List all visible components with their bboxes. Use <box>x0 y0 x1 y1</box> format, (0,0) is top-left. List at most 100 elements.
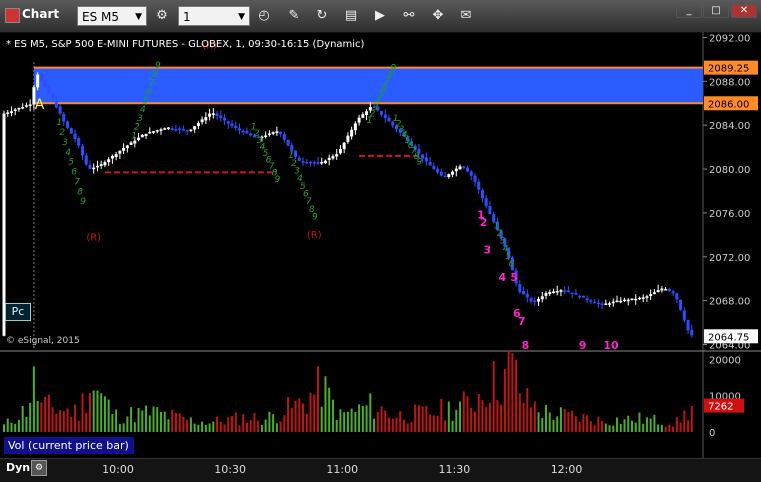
candle-body <box>331 156 335 159</box>
volume-bar <box>518 393 521 432</box>
candle-body <box>219 115 223 119</box>
volume-bar <box>653 414 656 432</box>
volume-bar <box>679 422 682 432</box>
volume-bar <box>429 414 432 432</box>
volume-bar <box>227 417 230 432</box>
volume-bar <box>14 423 17 432</box>
candle-body <box>466 167 470 172</box>
candle-body <box>66 121 70 128</box>
volume-bar <box>204 425 207 432</box>
candle-body <box>477 181 481 190</box>
candle-body <box>634 298 638 301</box>
volume-bar <box>6 418 9 432</box>
volume-bar <box>511 353 514 432</box>
volume-bar <box>260 425 263 432</box>
volume-bars <box>3 350 693 432</box>
chevron-down-icon: ▼ <box>238 12 245 22</box>
price-tick-label: 2076.00 <box>709 209 750 220</box>
volume-bar <box>92 390 95 432</box>
cross-arrows-icon[interactable]: ✥ <box>427 6 449 26</box>
candle-body <box>338 149 342 154</box>
volume-bar <box>462 391 465 432</box>
volume-bar <box>672 426 675 432</box>
volume-bar <box>264 419 267 432</box>
candle-body <box>114 153 118 157</box>
candle-body <box>159 129 163 131</box>
volume-bar <box>361 405 364 432</box>
candle-body <box>679 299 683 311</box>
volume-bar <box>627 415 630 432</box>
volume-bar <box>298 398 301 432</box>
volume-bar <box>29 402 32 432</box>
volume-bar <box>268 411 271 432</box>
candle-body <box>320 162 324 164</box>
volume-bar <box>548 412 551 432</box>
volume-bar <box>272 414 275 432</box>
volume-bar <box>619 423 622 432</box>
candle-body <box>540 296 544 300</box>
count-label: 4 <box>498 271 506 284</box>
volume-bar <box>589 421 592 432</box>
candle-body <box>170 128 174 130</box>
comment-icon[interactable]: ✉ <box>455 6 477 26</box>
play-icon[interactable]: ▶ <box>369 6 391 26</box>
volume-bar <box>350 408 353 432</box>
clock-icon[interactable]: ◴ <box>253 6 275 26</box>
range-box-layer <box>33 66 703 105</box>
volume-bar <box>328 387 331 432</box>
volume-bar <box>545 405 548 432</box>
candle-body <box>193 126 197 130</box>
candle-body <box>271 132 275 134</box>
candle-body <box>122 148 126 151</box>
price-chart[interactable]: (R)(R) (R)A1234 5678 9 101 2 3 4 5 6 7 8 91234567891… <box>0 32 761 458</box>
close-icon[interactable]: ✕ <box>731 4 757 18</box>
copyright-text: © eSignal, 2015 <box>6 336 80 346</box>
volume-bar <box>526 387 529 432</box>
volume-bar <box>25 416 28 432</box>
candle-body <box>522 291 526 295</box>
volume-bar <box>380 406 383 432</box>
candle-body <box>73 133 77 140</box>
candle-body <box>649 294 653 296</box>
settings-gear-icon[interactable]: ⚙ <box>151 6 173 26</box>
interval-input[interactable]: 1 ▼ <box>178 6 250 26</box>
candle-body <box>585 298 589 301</box>
volume-bar <box>107 399 110 432</box>
pc-button[interactable]: Pc <box>5 303 31 321</box>
volume-bar <box>167 419 170 432</box>
candlestick-series <box>2 72 694 338</box>
volume-bar <box>208 423 211 432</box>
volume-bar <box>388 417 391 432</box>
link-icon[interactable]: ⚯ <box>398 6 420 26</box>
chart-settings-icon[interactable]: ▤ <box>340 6 362 26</box>
count-label: 2 <box>480 216 488 229</box>
symbol-input[interactable]: ES M5 ▼ <box>77 6 147 26</box>
candle-body <box>380 111 384 115</box>
candle-body <box>424 157 428 162</box>
maximize-icon[interactable]: □ <box>703 4 729 18</box>
volume-bar <box>414 404 417 432</box>
volume-bar <box>343 412 346 432</box>
volume-bar <box>40 402 43 432</box>
volume-bar <box>608 425 611 432</box>
candle-body <box>166 127 170 130</box>
volume-bar <box>530 407 533 432</box>
candle-body <box>305 161 309 164</box>
volume-bar <box>163 411 166 432</box>
volume-bar <box>399 411 402 432</box>
volume-bar <box>47 394 50 432</box>
chevron-down-icon: ▼ <box>135 12 142 22</box>
volume-bar <box>178 413 181 432</box>
candle-body <box>103 162 107 166</box>
candle-body <box>6 112 10 114</box>
count-label: 5 <box>510 271 518 284</box>
candle-body <box>21 106 25 109</box>
pencil-icon[interactable]: ✎ <box>283 6 305 26</box>
volume-axis: 200001000007262 <box>704 355 744 439</box>
minimize-icon[interactable]: _ <box>676 4 702 18</box>
candle-body <box>361 114 365 118</box>
candle-body <box>275 131 279 133</box>
candle-body <box>294 150 298 157</box>
refresh-icon[interactable]: ↻ <box>311 6 333 26</box>
lock-icon[interactable]: ⚙ <box>31 460 47 476</box>
